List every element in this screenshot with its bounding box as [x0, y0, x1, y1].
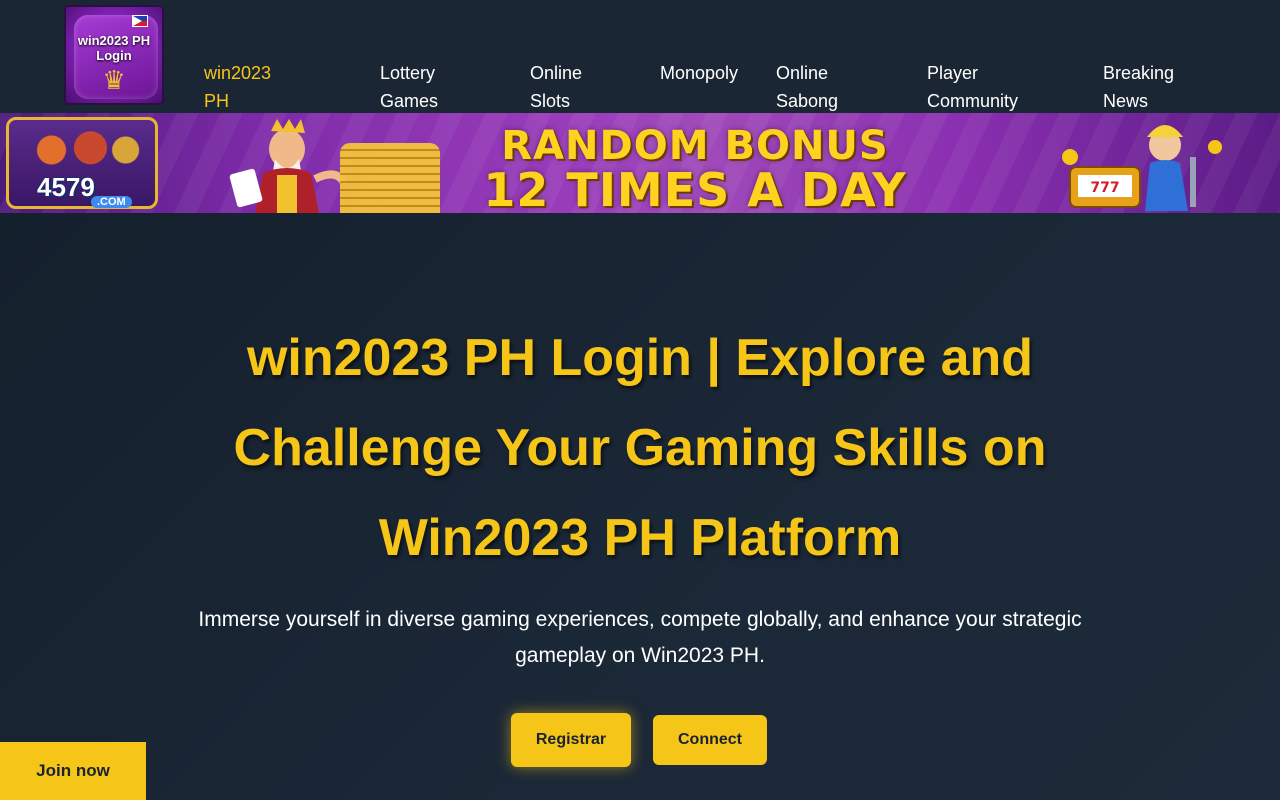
logo-text: win2023 PH Login: [77, 33, 151, 63]
nav-item-label: Breaking News: [1103, 63, 1175, 111]
svg-text:777: 777: [1090, 180, 1119, 196]
nav-item-label: Monopoly: [660, 63, 739, 83]
nav-item-player-community[interactable]: Player Community: [927, 31, 1018, 115]
nav-item-label: Player Community: [927, 63, 1019, 111]
connect-button[interactable]: Connect: [653, 715, 767, 765]
nav-item-monopoly[interactable]: Monopoly: [660, 31, 738, 87]
badge-domain: .COM: [91, 196, 132, 208]
join-now-button[interactable]: Join now: [0, 742, 146, 800]
nav-item-online-sabong[interactable]: Online Sabong: [776, 31, 838, 115]
hero-subtitle: Immerse yourself in diverse gaming exper…: [198, 608, 1082, 667]
nav-item-lottery-games[interactable]: Lottery Games: [380, 31, 438, 115]
site-badge-4579: 4579 .COM: [6, 117, 158, 209]
gold-coins-stack-image: [340, 143, 440, 213]
banner-headline-line1: RANDOM BONUS: [501, 123, 889, 169]
nav-item-label: Online Slots: [530, 63, 583, 111]
badge-number: 4579: [37, 172, 95, 202]
registrar-button[interactable]: Registrar: [511, 713, 631, 767]
king-character-image: [229, 119, 347, 213]
philippines-flag-icon: [132, 15, 148, 27]
nav-item-label: Lottery Games: [380, 63, 439, 111]
slot-machine-character-image: 777: [1062, 125, 1222, 211]
nav-item-label: Online Sabong: [776, 63, 839, 111]
mascot-characters-image: [19, 128, 149, 172]
promo-banner[interactable]: 4579 .COM RANDOM BONUS 12 TIMES A DAY 77…: [0, 113, 1280, 213]
hero-section: win2023 PH Login | Explore and Challenge…: [0, 213, 1280, 800]
site-logo[interactable]: win2023 PH Login ♛: [64, 5, 164, 105]
site-header: win2023 PH Login ♛ win2023 PH Login Lott…: [0, 0, 1280, 174]
crown-icon: ♛: [102, 65, 126, 95]
nav-item-online-slots[interactable]: Online Slots: [530, 31, 582, 115]
banner-headline: RANDOM BONUS 12 TIMES A DAY: [460, 125, 930, 213]
banner-headline-line2: 12 TIMES A DAY: [483, 163, 907, 213]
nav-item-breaking-news[interactable]: Breaking News: [1103, 31, 1174, 115]
page-title: win2023 PH Login | Explore and Challenge…: [233, 329, 1047, 567]
